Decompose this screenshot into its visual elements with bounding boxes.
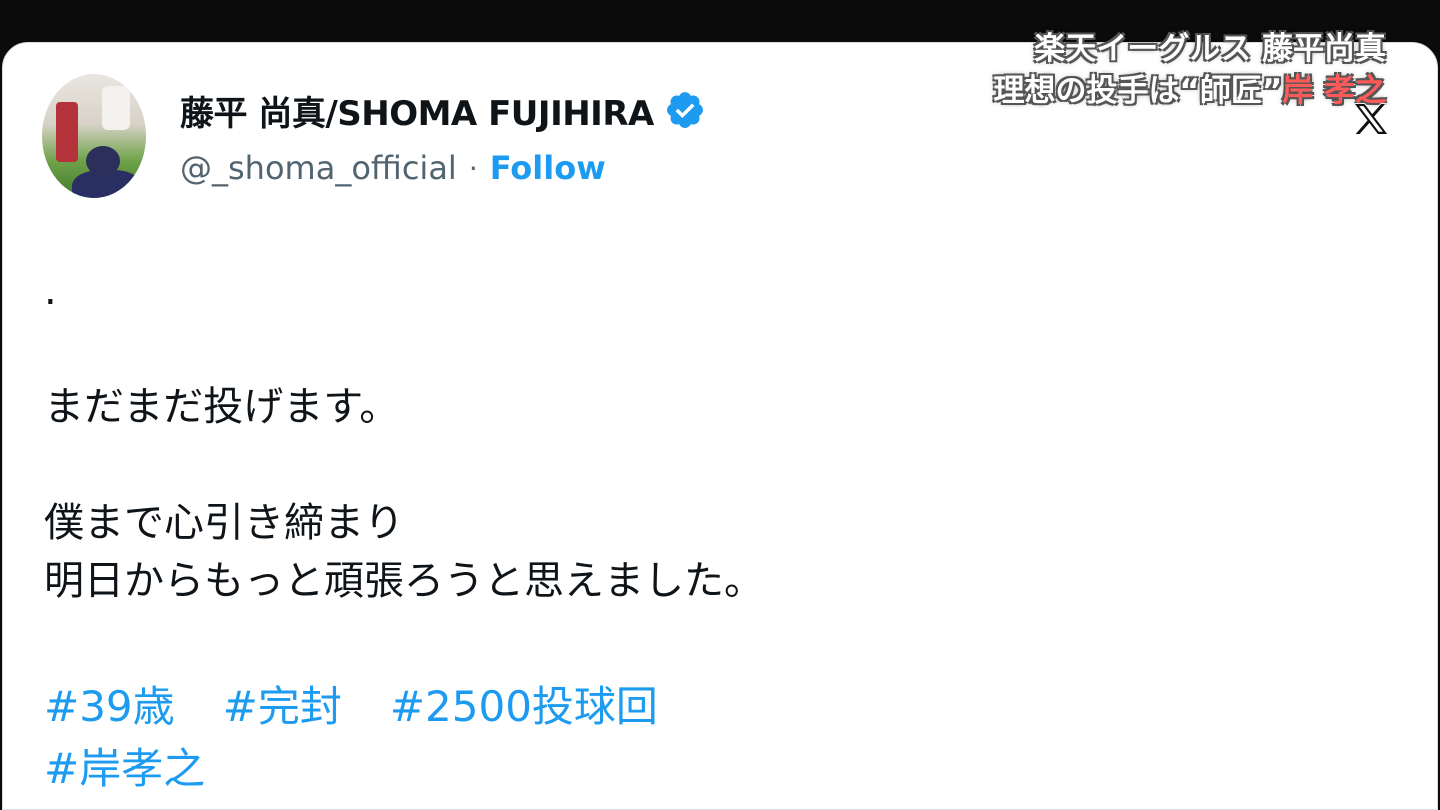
caption-line-2: 理想の投手は“師匠”岸 孝之 (993, 70, 1386, 112)
verified-badge-icon (666, 92, 703, 128)
hashtag-link[interactable]: #2500投球回 (390, 682, 658, 731)
hashtag-link[interactable]: #完封 (223, 682, 342, 731)
tweet-line: 明日からもっと頑張ろうと思えました。 (44, 558, 764, 604)
caption-line-1: 楽天イーグルス 藤平尚真 (1034, 31, 1386, 67)
tweet-body: . まだまだ投げます。 僕まで心引き締まり 明日からもっと頑張ろうと思えました。 (44, 262, 1344, 610)
tweet-line: . (44, 268, 57, 314)
x-logo-icon (1353, 103, 1390, 135)
hashtag-list: #39歳 #完封 #2500投球回 #岸孝之 (44, 676, 706, 800)
handle-row: @_shoma_official · Follow (180, 146, 606, 190)
tweet-line: まだまだ投げます。 (44, 384, 400, 430)
handle[interactable]: @_shoma_official (180, 149, 457, 187)
video-frame: 藤平 尚真/SHOMA FUJIHIRA @_shoma_official · … (0, 0, 1440, 810)
display-name[interactable]: 藤平 尚真/SHOMA FUJIHIRA (180, 86, 654, 135)
broadcast-caption: 楽天イーグルス 藤平尚真 理想の投手は“師匠”岸 孝之 (993, 28, 1386, 112)
follow-button[interactable]: Follow (490, 149, 606, 187)
author-name-row: 藤平 尚真/SHOMA FUJIHIRA (180, 86, 706, 134)
tweet-line: 僕まで心引き締まり (44, 500, 404, 546)
avatar[interactable] (42, 74, 146, 198)
caption-line-2-prefix: 理想の投手は“師匠” (993, 73, 1283, 109)
hashtag-link[interactable]: #岸孝之 (44, 744, 205, 793)
hashtag-link[interactable]: #39歳 (44, 682, 175, 731)
separator-dot: · (468, 151, 478, 185)
